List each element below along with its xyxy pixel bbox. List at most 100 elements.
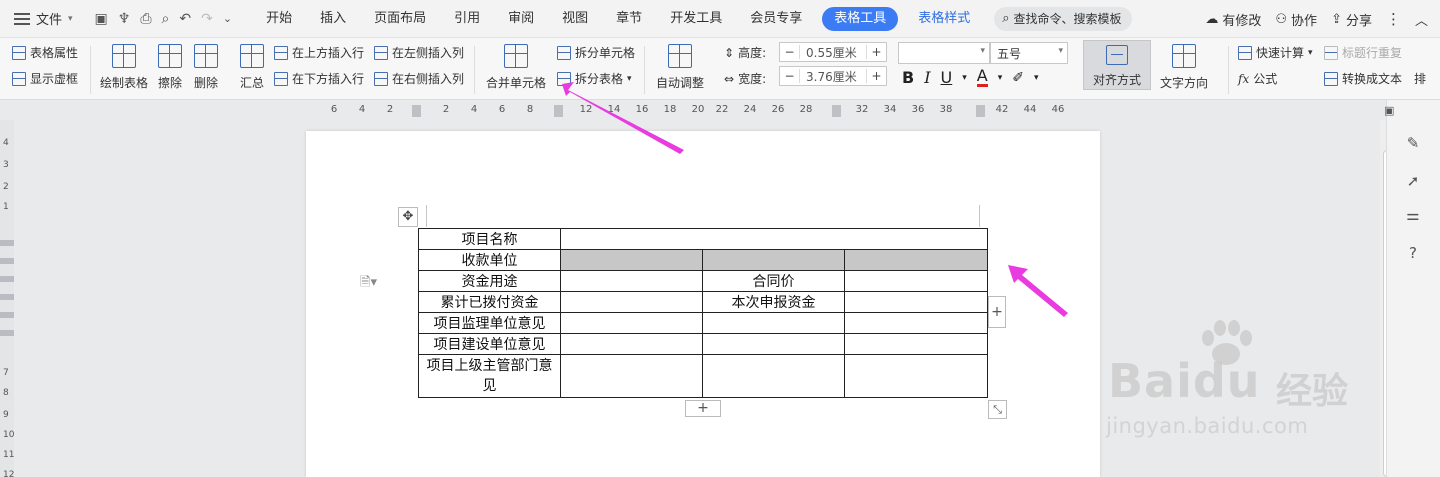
table-cell[interactable] bbox=[560, 270, 703, 292]
repeat-title-row-button[interactable]: 标题行重复 bbox=[1324, 44, 1402, 61]
table-row[interactable]: 项目名称 bbox=[418, 228, 988, 250]
table-row[interactable]: 累计已拨付资金 本次申报资金 bbox=[418, 291, 988, 313]
table-cell-selected[interactable] bbox=[844, 249, 988, 271]
table-cell[interactable]: 项目建设单位意见 bbox=[418, 333, 561, 355]
table-row[interactable]: 项目建设单位意见 bbox=[418, 333, 988, 355]
edit-pen-icon[interactable]: ✎ bbox=[1403, 134, 1423, 154]
table-cell-selected[interactable] bbox=[560, 249, 703, 271]
merge-cells-button[interactable]: 合并单元格 bbox=[486, 44, 546, 91]
tab-review[interactable]: 审阅 bbox=[494, 7, 548, 31]
format-painter-icon[interactable]: ♆ bbox=[118, 11, 131, 27]
row-height-stepper[interactable]: − 0.55厘米 + bbox=[779, 42, 887, 62]
split-cells-button[interactable]: 拆分单元格 bbox=[557, 44, 635, 61]
table-cell[interactable] bbox=[844, 333, 988, 355]
table-cell[interactable]: 收款单位 bbox=[418, 249, 561, 271]
ruler-cell-marker[interactable] bbox=[412, 105, 421, 117]
horizontal-ruler[interactable]: 6 4 2 2 4 6 8 12 14 16 18 20 22 24 26 28 32 34 36 38 42 44 46 bbox=[0, 100, 1440, 120]
paragraph-icon[interactable]: 🗎▾ bbox=[360, 273, 377, 295]
insert-column-right-button[interactable]: 在右侧插入列 bbox=[374, 70, 464, 87]
insert-column-left-button[interactable]: 在左侧插入列 bbox=[374, 44, 464, 61]
help-icon[interactable]: ? bbox=[1403, 244, 1423, 264]
insert-row-below-button[interactable]: 在下方插入行 bbox=[274, 70, 364, 87]
table-cell[interactable] bbox=[844, 312, 988, 334]
file-menu[interactable]: 文件 ▾ bbox=[14, 9, 73, 28]
sort-button[interactable]: 排 bbox=[1414, 70, 1426, 87]
table-cell[interactable]: 合同价 bbox=[702, 270, 845, 292]
table-move-icon[interactable]: ✥ bbox=[398, 207, 418, 227]
more-quick-icon[interactable]: ⌄ bbox=[223, 12, 232, 25]
table-cell[interactable] bbox=[844, 354, 988, 398]
draw-table-button[interactable]: 绘制表格 bbox=[100, 44, 148, 91]
table-cell[interactable] bbox=[702, 333, 845, 355]
table-resize-icon[interactable]: ⤡ bbox=[988, 400, 1007, 419]
quick-calc-button[interactable]: 快速计算 ▾ bbox=[1238, 44, 1313, 61]
plus-icon[interactable]: + bbox=[866, 69, 886, 83]
table-cell-selected[interactable] bbox=[702, 249, 845, 271]
ruler-toggle-icon[interactable]: ▣ bbox=[1384, 104, 1394, 117]
table-row[interactable]: 收款单位 bbox=[418, 249, 988, 271]
table-cell[interactable] bbox=[560, 291, 703, 313]
print-icon[interactable]: ⎙ bbox=[140, 11, 151, 27]
minus-icon[interactable]: − bbox=[780, 45, 800, 59]
table-cell[interactable] bbox=[702, 312, 845, 334]
show-gridlines-button[interactable]: 显示虚框 bbox=[12, 70, 78, 87]
add-row-button[interactable]: + bbox=[685, 400, 721, 417]
tab-table-tools[interactable]: 表格工具 bbox=[822, 6, 899, 31]
delete-button[interactable]: 删除 bbox=[194, 44, 218, 91]
more-menu-icon[interactable]: ⋮ bbox=[1386, 10, 1401, 28]
table-cell[interactable] bbox=[844, 291, 988, 313]
minus-icon[interactable]: − bbox=[780, 69, 800, 83]
ruler-cell-marker[interactable] bbox=[976, 105, 985, 117]
cursor-select-icon[interactable]: ➚ bbox=[1403, 172, 1423, 192]
tab-developer[interactable]: 开发工具 bbox=[656, 7, 736, 31]
italic-icon[interactable]: I bbox=[924, 68, 930, 87]
table-cell-merged[interactable] bbox=[560, 228, 988, 250]
table-cell[interactable]: 项目名称 bbox=[418, 228, 561, 250]
table-cell[interactable]: 资金用途 bbox=[418, 270, 561, 292]
tab-insert[interactable]: 插入 bbox=[306, 7, 360, 31]
share-button[interactable]: ⇪ 分享 bbox=[1331, 10, 1372, 29]
insert-row-above-button[interactable]: 在上方插入行 bbox=[274, 44, 364, 61]
modified-status[interactable]: ☁ 有修改 bbox=[1205, 10, 1261, 29]
ruler-cell-marker[interactable] bbox=[832, 105, 841, 117]
table-row[interactable]: 项目监理单位意见 bbox=[418, 312, 988, 334]
collaborate-button[interactable]: ⚇ 协作 bbox=[1275, 10, 1317, 29]
column-width-value[interactable]: 3.76厘米 bbox=[800, 68, 866, 85]
font-color-icon[interactable]: A bbox=[976, 68, 988, 87]
column-width-stepper[interactable]: − 3.76厘米 + bbox=[779, 66, 887, 86]
erase-button[interactable]: 擦除 bbox=[158, 44, 182, 91]
save-icon[interactable]: ▣ bbox=[95, 11, 108, 27]
table-cell[interactable]: 项目监理单位意见 bbox=[418, 312, 561, 334]
table-row[interactable]: 项目上级主管部门意见 bbox=[418, 354, 988, 398]
table-cell[interactable] bbox=[560, 354, 703, 398]
table-row[interactable]: 资金用途 合同价 bbox=[418, 270, 988, 292]
table-cell[interactable]: 累计已拨付资金 bbox=[418, 291, 561, 313]
collapse-ribbon-icon[interactable]: ︿ bbox=[1415, 10, 1428, 29]
document-table[interactable]: 项目名称 收款单位 资金用途 合同价累计已拨付资金 本次申报资金项目监理单位意见 项目建设… bbox=[418, 228, 988, 398]
undo-icon[interactable]: ↶ bbox=[179, 11, 191, 27]
tab-view[interactable]: 视图 bbox=[548, 7, 602, 31]
table-cell[interactable] bbox=[702, 354, 845, 398]
table-cell[interactable] bbox=[560, 333, 703, 355]
convert-to-text-button[interactable]: 转换成文本 bbox=[1324, 70, 1402, 87]
tab-section[interactable]: 章节 bbox=[602, 7, 656, 31]
settings-sliders-icon[interactable]: ⚌ bbox=[1403, 206, 1423, 226]
tab-home[interactable]: 开始 bbox=[252, 7, 306, 31]
tab-page-layout[interactable]: 页面布局 bbox=[360, 7, 440, 31]
command-search[interactable]: ⌕ 查找命令、搜索模板 bbox=[994, 6, 1133, 31]
table-cell[interactable]: 项目上级主管部门意见 bbox=[418, 354, 561, 398]
tab-references[interactable]: 引用 bbox=[440, 7, 494, 31]
plus-icon[interactable]: + bbox=[866, 45, 886, 59]
bold-icon[interactable]: B bbox=[902, 68, 914, 87]
text-direction-button[interactable]: 文字方向 bbox=[1160, 44, 1208, 91]
table-properties-button[interactable]: 表格属性 bbox=[12, 44, 78, 61]
table-cell[interactable] bbox=[844, 270, 988, 292]
redo-icon[interactable]: ↷ bbox=[201, 11, 213, 27]
summary-button[interactable]: 汇总 bbox=[240, 44, 264, 91]
alignment-button[interactable]: 对齐方式 bbox=[1083, 40, 1151, 90]
tab-table-style[interactable]: 表格样式 bbox=[904, 7, 984, 31]
highlight-icon[interactable]: ✐ bbox=[1012, 70, 1024, 86]
table-cell[interactable]: 本次申报资金 bbox=[702, 291, 845, 313]
vertical-ruler[interactable]: 4 3 2 1 7 8 9 10 11 12 bbox=[0, 120, 14, 477]
row-height-value[interactable]: 0.55厘米 bbox=[800, 44, 866, 61]
